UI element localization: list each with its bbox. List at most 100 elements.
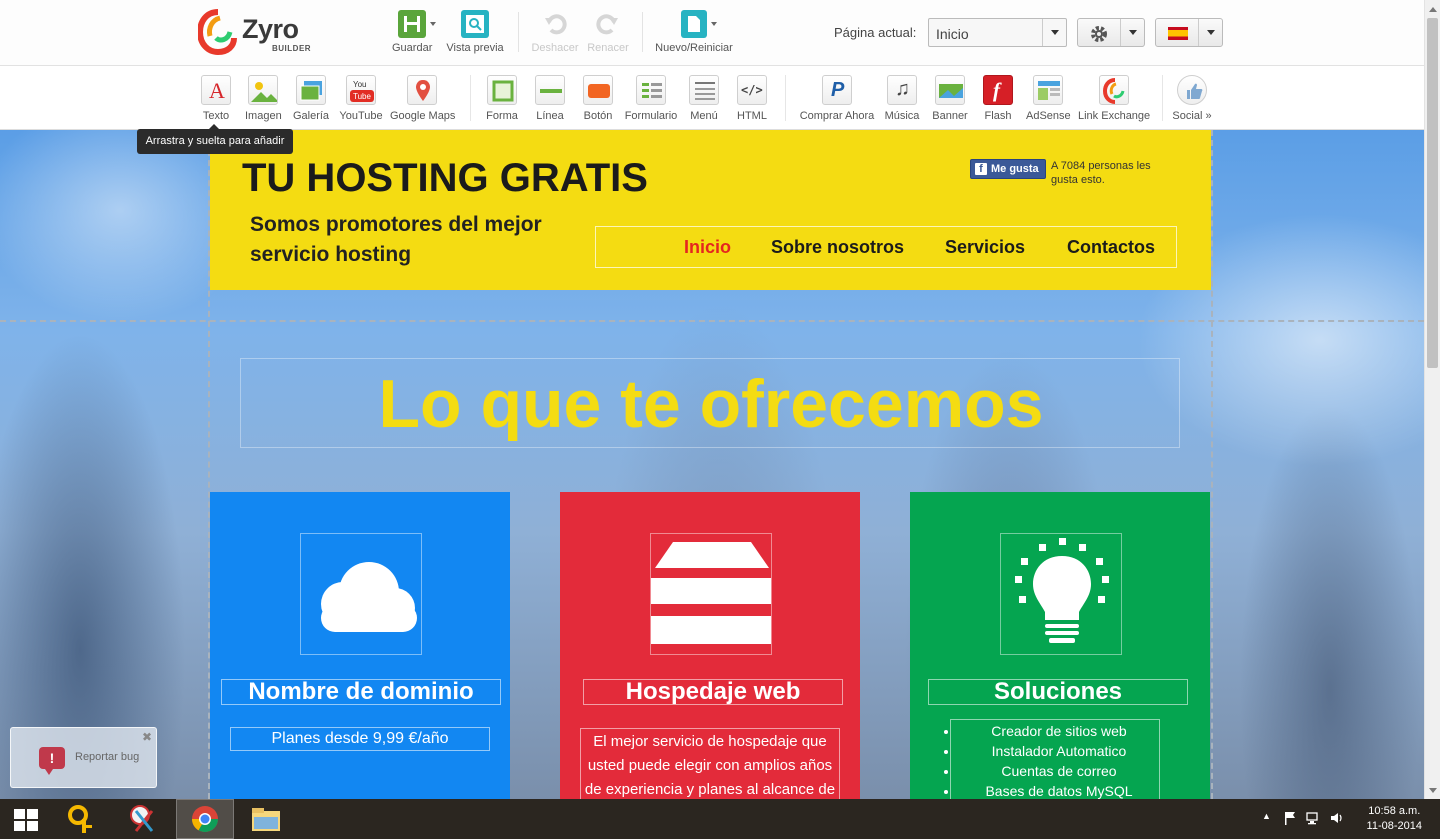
report-bug-widget[interactable]: ! Reportar bug ✖ [10, 727, 157, 788]
element-buy-now[interactable]: P Comprar Ahora [798, 75, 876, 122]
nav-item-contactos[interactable]: Contactos [1067, 237, 1155, 258]
save-label: Guardar [392, 42, 433, 54]
server-stack-icon[interactable] [650, 533, 772, 655]
element-social[interactable]: Social » [1172, 75, 1212, 122]
chevron-down-icon [430, 22, 436, 26]
card-hosting-text[interactable]: El mejor servicio de hospedaje que usted… [580, 728, 840, 799]
facebook-like-count: A 7084 personas les gusta esto. [1051, 160, 1151, 186]
redo-icon [594, 10, 622, 38]
element-label: AdSense [1026, 110, 1071, 122]
language-button[interactable] [1155, 18, 1223, 47]
nav-item-sobre-nosotros[interactable]: Sobre nosotros [771, 237, 904, 258]
element-label: HTML [737, 110, 767, 122]
new-reset-button[interactable]: Nuevo/Reiniciar [654, 10, 734, 54]
chevron-down-icon[interactable] [1120, 19, 1144, 46]
element-image[interactable]: Imagen [245, 75, 282, 122]
settings-button[interactable] [1077, 18, 1145, 47]
site-tagline[interactable]: Somos promotores del mejor servicio host… [250, 210, 580, 270]
system-clock[interactable]: 10:58 a.m. 11-08-2014 [1367, 804, 1422, 834]
card-solutions[interactable]: Soluciones Creador de sitios web Instala… [910, 492, 1210, 799]
chevron-down-icon[interactable] [1198, 19, 1222, 46]
element-flash[interactable]: f Flash [982, 75, 1014, 122]
card-domain[interactable]: Nombre de dominio Planes desde 9,99 €/añ… [210, 492, 510, 799]
windows-taskbar: ▲ 10:58 a.m. 11-08-2014 [0, 799, 1440, 839]
close-icon[interactable]: ✖ [142, 730, 152, 744]
banner-icon [935, 75, 965, 105]
card-domain-heading[interactable]: Nombre de dominio [221, 679, 501, 705]
chevron-down-icon[interactable] [1042, 19, 1066, 46]
list-item: Cuentas de correo [959, 761, 1159, 781]
element-shape[interactable]: Forma [486, 75, 518, 122]
nav-item-servicios[interactable]: Servicios [945, 237, 1025, 258]
element-banner[interactable]: Banner [932, 75, 968, 122]
element-line[interactable]: Línea [534, 75, 566, 122]
current-page-label: Página actual: [834, 25, 917, 40]
offer-heading-box[interactable]: Lo que te ofrecemos [240, 358, 1180, 448]
zyro-logo[interactable]: Zyro BUILDER [198, 6, 318, 56]
redo-button[interactable]: Renacer [586, 10, 630, 54]
element-label: Botón [583, 110, 613, 122]
network-icon[interactable] [1306, 811, 1320, 825]
element-link-exchange[interactable]: Link Exchange [1078, 75, 1150, 122]
elements-toolbar: A Texto Imagen Galería You Tube YouTube G… [0, 67, 1424, 130]
element-html[interactable]: </> HTML [736, 75, 768, 122]
scrollbar-thumb[interactable] [1427, 18, 1438, 368]
save-button[interactable]: Guardar [392, 10, 436, 54]
toolbar-divider [785, 75, 786, 121]
facebook-like-button[interactable]: f Me gusta [970, 159, 1046, 179]
preview-button[interactable]: Vista previa [446, 10, 504, 54]
taskbar-app-2[interactable] [116, 799, 174, 839]
cloud-icon[interactable] [300, 533, 422, 655]
undo-label: Deshacer [531, 42, 579, 54]
code-icon: </> [737, 75, 767, 105]
volume-icon[interactable] [1330, 811, 1344, 825]
logo-subtitle: BUILDER [272, 44, 312, 53]
action-center-flag-icon[interactable] [1283, 811, 1297, 825]
site-title[interactable]: TU HOSTING GRATIS [242, 156, 648, 201]
taskbar-app-1[interactable] [54, 799, 112, 839]
card-domain-text[interactable]: Planes desde 9,99 €/año [230, 727, 490, 751]
card-hosting-heading[interactable]: Hospedaje web [583, 679, 843, 705]
current-page-select[interactable]: Inicio [928, 18, 1067, 47]
scroll-down-arrow-icon[interactable] [1429, 788, 1437, 793]
tray-expand-icon[interactable]: ▲ [1262, 811, 1276, 825]
taskbar-app-chrome[interactable] [176, 799, 234, 839]
svg-text:Tube: Tube [353, 92, 371, 101]
element-text[interactable]: A Texto [200, 75, 232, 122]
taskbar-app-explorer[interactable] [238, 799, 296, 839]
toolbar-divider [1162, 75, 1163, 121]
card-solutions-heading[interactable]: Soluciones [928, 679, 1188, 705]
element-form[interactable]: Formulario [624, 75, 678, 122]
element-music[interactable]: ♫ Música [884, 75, 920, 122]
new-reset-label: Nuevo/Reiniciar [655, 42, 733, 54]
gallery-icon [296, 75, 326, 105]
site-header[interactable]: TU HOSTING GRATIS Somos promotores del m… [210, 130, 1211, 290]
thumbs-up-icon [1177, 75, 1207, 105]
element-label: Imagen [245, 110, 282, 122]
card-solutions-list[interactable]: Creador de sitios web Instalador Automat… [950, 719, 1160, 799]
undo-button[interactable]: Deshacer [530, 10, 580, 54]
nav-item-inicio[interactable]: Inicio [684, 237, 731, 258]
text-icon: A [201, 75, 231, 105]
element-youtube[interactable]: You Tube YouTube [338, 75, 384, 122]
element-google-maps[interactable]: Google Maps [390, 75, 456, 122]
site-navigation[interactable]: Inicio Sobre nosotros Servicios Contacto… [595, 226, 1177, 268]
scroll-up-arrow-icon[interactable] [1429, 7, 1437, 12]
vertical-scrollbar[interactable] [1424, 0, 1440, 799]
guide-line-header [0, 320, 1424, 322]
image-icon [248, 75, 278, 105]
element-button[interactable]: Botón [582, 75, 614, 122]
offer-heading[interactable]: Lo que te ofrecemos [241, 365, 1181, 443]
element-menu[interactable]: Menú [688, 75, 720, 122]
editor-canvas[interactable]: TU HOSTING GRATIS Somos promotores del m… [0, 130, 1424, 799]
start-button[interactable] [0, 799, 58, 839]
music-note-icon: ♫ [887, 75, 917, 105]
element-label: Google Maps [390, 110, 456, 122]
element-label: Galería [292, 110, 330, 122]
card-hosting[interactable]: Hospedaje web El mejor servicio de hospe… [560, 492, 860, 799]
lightbulb-icon[interactable] [1000, 533, 1122, 655]
editor-top-toolbar: Zyro BUILDER Guardar Vista previa Deshac… [0, 0, 1424, 66]
element-gallery[interactable]: Galería [292, 75, 330, 122]
element-adsense[interactable]: AdSense [1026, 75, 1071, 122]
report-bug-label: Reportar bug [75, 751, 140, 763]
